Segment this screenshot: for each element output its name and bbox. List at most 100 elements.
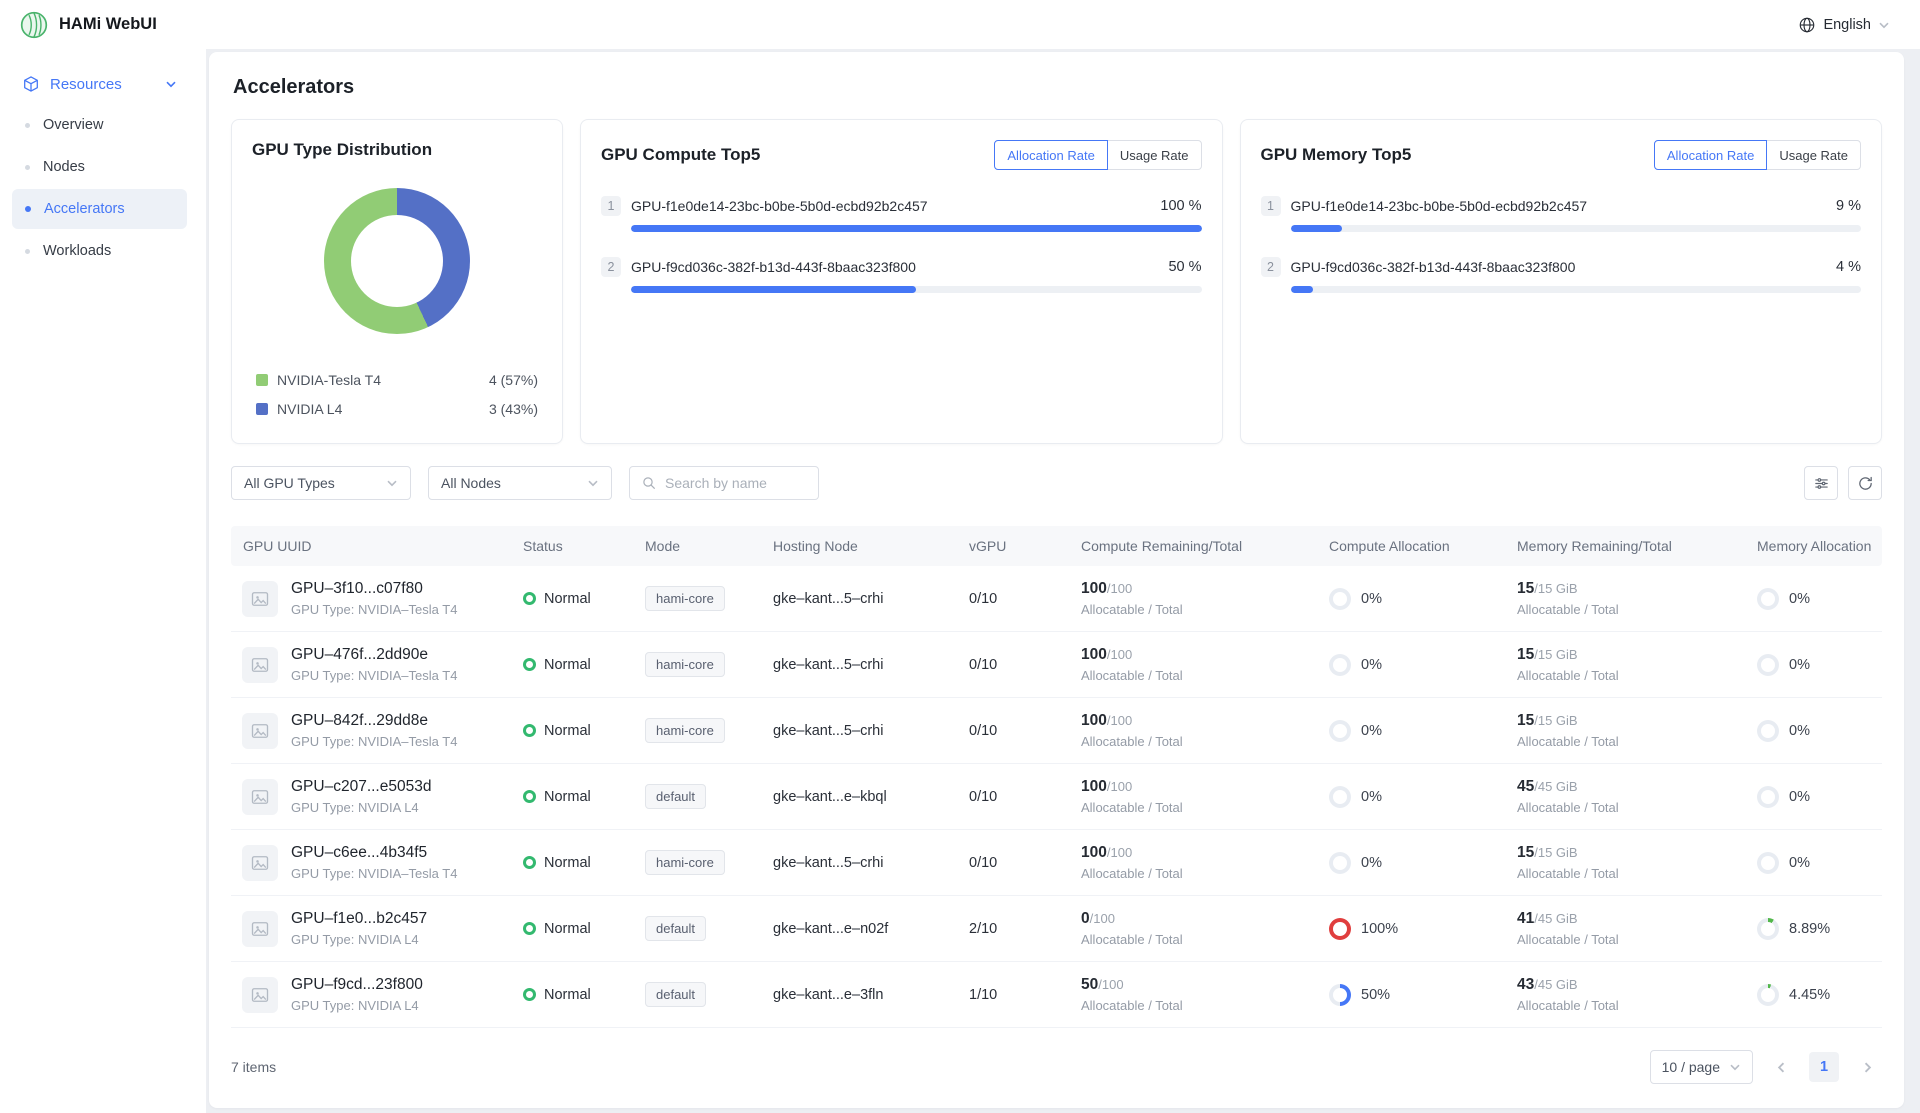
allocation-percent: 0%	[1789, 855, 1810, 871]
gpu-type-label: GPU Type: NVIDIA–Tesla T4	[291, 602, 457, 617]
usage-rate-tab[interactable]: Usage Rate	[1107, 140, 1202, 170]
sidebar-item-label: Nodes	[43, 159, 85, 175]
memory-rate-toggle: Allocation Rate Usage Rate	[1654, 140, 1861, 170]
gpu-type-select[interactable]: All GPU Types	[231, 466, 411, 500]
memory-remaining-cell: 15/15 GiB Allocatable / Total	[1517, 712, 1757, 749]
refresh-button[interactable]	[1848, 466, 1882, 500]
allocation-percent: 0%	[1361, 657, 1382, 673]
legend-item[interactable]: NVIDIA L4 3 (43%)	[256, 401, 538, 417]
allocation-ring	[1757, 918, 1779, 940]
legend-item[interactable]: NVIDIA-Tesla T4 4 (57%)	[256, 372, 538, 388]
node-select[interactable]: All Nodes	[428, 466, 612, 500]
memory-remaining: 41	[1517, 910, 1534, 927]
sidebar-item-accelerators[interactable]: Accelerators	[12, 189, 187, 229]
compute-remaining: 0	[1081, 910, 1090, 927]
pagination: 10 / page 1	[1650, 1050, 1882, 1084]
status-label: Normal	[544, 657, 591, 673]
allocation-rate-tab[interactable]: Allocation Rate	[1654, 140, 1767, 170]
allocation-ring	[1329, 720, 1351, 742]
sidebar-item-nodes[interactable]: Nodes	[12, 147, 187, 187]
memory-remaining-cell: 43/45 GiB Allocatable / Total	[1517, 976, 1757, 1013]
compute-remaining: 100	[1081, 646, 1107, 663]
gpu-type-label: GPU Type: NVIDIA L4	[291, 998, 423, 1013]
memory-allocation-cell: 4.45%	[1757, 984, 1882, 1006]
memory-remaining-cell: 41/45 GiB Allocatable / Total	[1517, 910, 1757, 947]
allocatable-total-label: Allocatable / Total	[1081, 734, 1329, 749]
allocation-rate-tab[interactable]: Allocation Rate	[994, 140, 1107, 170]
gpu-type-donut-chart[interactable]	[324, 188, 470, 334]
rank-badge: 2	[601, 257, 621, 277]
prev-page-button[interactable]	[1766, 1052, 1796, 1082]
mode-badge: hami-core	[645, 586, 725, 611]
search-input[interactable]	[665, 475, 807, 491]
chevron-down-icon	[587, 477, 599, 489]
allocatable-total-label: Allocatable / Total	[1517, 932, 1757, 947]
status-label: Normal	[544, 723, 591, 739]
usage-rate-tab[interactable]: Usage Rate	[1766, 140, 1861, 170]
compute-remaining: 50	[1081, 976, 1098, 993]
compute-remaining-cell: 100/100 Allocatable / Total	[1081, 712, 1329, 749]
allocation-ring	[1757, 786, 1779, 808]
percent-value: 4 %	[1836, 259, 1861, 275]
allocation-percent: 100%	[1361, 921, 1398, 937]
top5-item: 1 GPU-f1e0de14-23bc-b0be-5b0d-ecbd92b2c4…	[601, 196, 1202, 232]
table-row[interactable]: GPU–842f...29dd8eGPU Type: NVIDIA–Tesla …	[231, 698, 1882, 764]
progress-track	[1291, 225, 1862, 232]
table-row[interactable]: GPU–c6ee...4b34f5 GPU Type: NVIDIA–Tesla …	[231, 830, 1882, 896]
mode-badge: hami-core	[645, 652, 725, 677]
allocatable-total-label: Allocatable / Total	[1081, 998, 1329, 1013]
col-compute-allocation: Compute Allocation	[1329, 538, 1517, 554]
memory-remaining: 15	[1517, 712, 1534, 729]
memory-remaining-cell: 15/15 GiB Allocatable / Total	[1517, 646, 1757, 683]
brand: HAMi WebUI	[20, 11, 157, 39]
memory-allocation-cell: 0%	[1757, 588, 1882, 610]
hosting-node: gke–kant...5–crhi	[773, 723, 969, 739]
allocation-ring	[1757, 720, 1779, 742]
allocation-ring	[1329, 852, 1351, 874]
rank-badge: 1	[601, 196, 621, 216]
memory-total: /15 GiB	[1534, 845, 1577, 860]
gpu-uuid: GPU–c6ee...4b34f5	[291, 844, 457, 862]
table-row[interactable]: GPU–3f10...c07f80GPU Type: NVIDIA–Tesla …	[231, 566, 1882, 632]
allocation-percent: 8.89%	[1789, 921, 1830, 937]
table-row[interactable]: GPU–f9cd...23f800GPU Type: NVIDIA L4 Nor…	[231, 962, 1882, 1028]
allocatable-total-label: Allocatable / Total	[1517, 800, 1757, 815]
memory-remaining-cell: 15/15 GiB Allocatable / Total	[1517, 580, 1757, 617]
gpu-type-label: GPU Type: NVIDIA–Tesla T4	[291, 866, 457, 881]
sidebar-group-resources[interactable]: Resources	[12, 65, 187, 103]
memory-total: /45 GiB	[1534, 977, 1577, 992]
sidebar-item-workloads[interactable]: Workloads	[12, 231, 187, 271]
mode-badge: default	[645, 982, 706, 1007]
page-size-value: 10 / page	[1662, 1059, 1720, 1075]
gpu-name: GPU-f9cd036c-382f-b13d-443f-8baac323f800	[1291, 259, 1827, 275]
page-size-select[interactable]: 10 / page	[1650, 1050, 1753, 1084]
table-row[interactable]: GPU–476f...2dd90eGPU Type: NVIDIA–Tesla …	[231, 632, 1882, 698]
language-selector[interactable]: English	[1798, 16, 1890, 34]
legend-swatch	[256, 403, 268, 415]
gpu-memory-top5-card: GPU Memory Top5 Allocation Rate Usage Ra…	[1240, 119, 1883, 444]
allocatable-total-label: Allocatable / Total	[1517, 668, 1757, 683]
sidebar-item-overview[interactable]: Overview	[12, 105, 187, 145]
table-row[interactable]: GPU–c207...e5053dGPU Type: NVIDIA L4 Nor…	[231, 764, 1882, 830]
sidebar: Resources Overview Nodes Accelerators Wo…	[0, 49, 206, 1113]
status-dot	[523, 988, 536, 1001]
hosting-node: gke–kant...e–kbql	[773, 789, 969, 805]
allocatable-total-label: Allocatable / Total	[1081, 800, 1329, 815]
status-label: Normal	[544, 789, 591, 805]
allocation-ring	[1329, 588, 1351, 610]
legend-label: NVIDIA-Tesla T4	[277, 372, 381, 388]
progress-fill	[631, 225, 1202, 232]
page-number-1[interactable]: 1	[1809, 1052, 1839, 1082]
chevron-right-icon	[1861, 1061, 1874, 1074]
compute-remaining: 100	[1081, 580, 1107, 597]
column-settings-button[interactable]	[1804, 466, 1838, 500]
gpu-type-distribution-card: GPU Type Distribution NVIDIA-Tesla T4 4 …	[231, 119, 563, 444]
table-row[interactable]: GPU–f1e0...b2c457GPU Type: NVIDIA L4 Nor…	[231, 896, 1882, 962]
next-page-button[interactable]	[1852, 1052, 1882, 1082]
card-title: GPU Compute Top5	[601, 145, 760, 165]
gpu-card-icon	[242, 911, 278, 947]
bullet-dot	[25, 249, 30, 254]
legend-value: 3 (43%)	[489, 401, 538, 417]
allocation-percent: 0%	[1361, 789, 1382, 805]
allocatable-total-label: Allocatable / Total	[1081, 602, 1329, 617]
